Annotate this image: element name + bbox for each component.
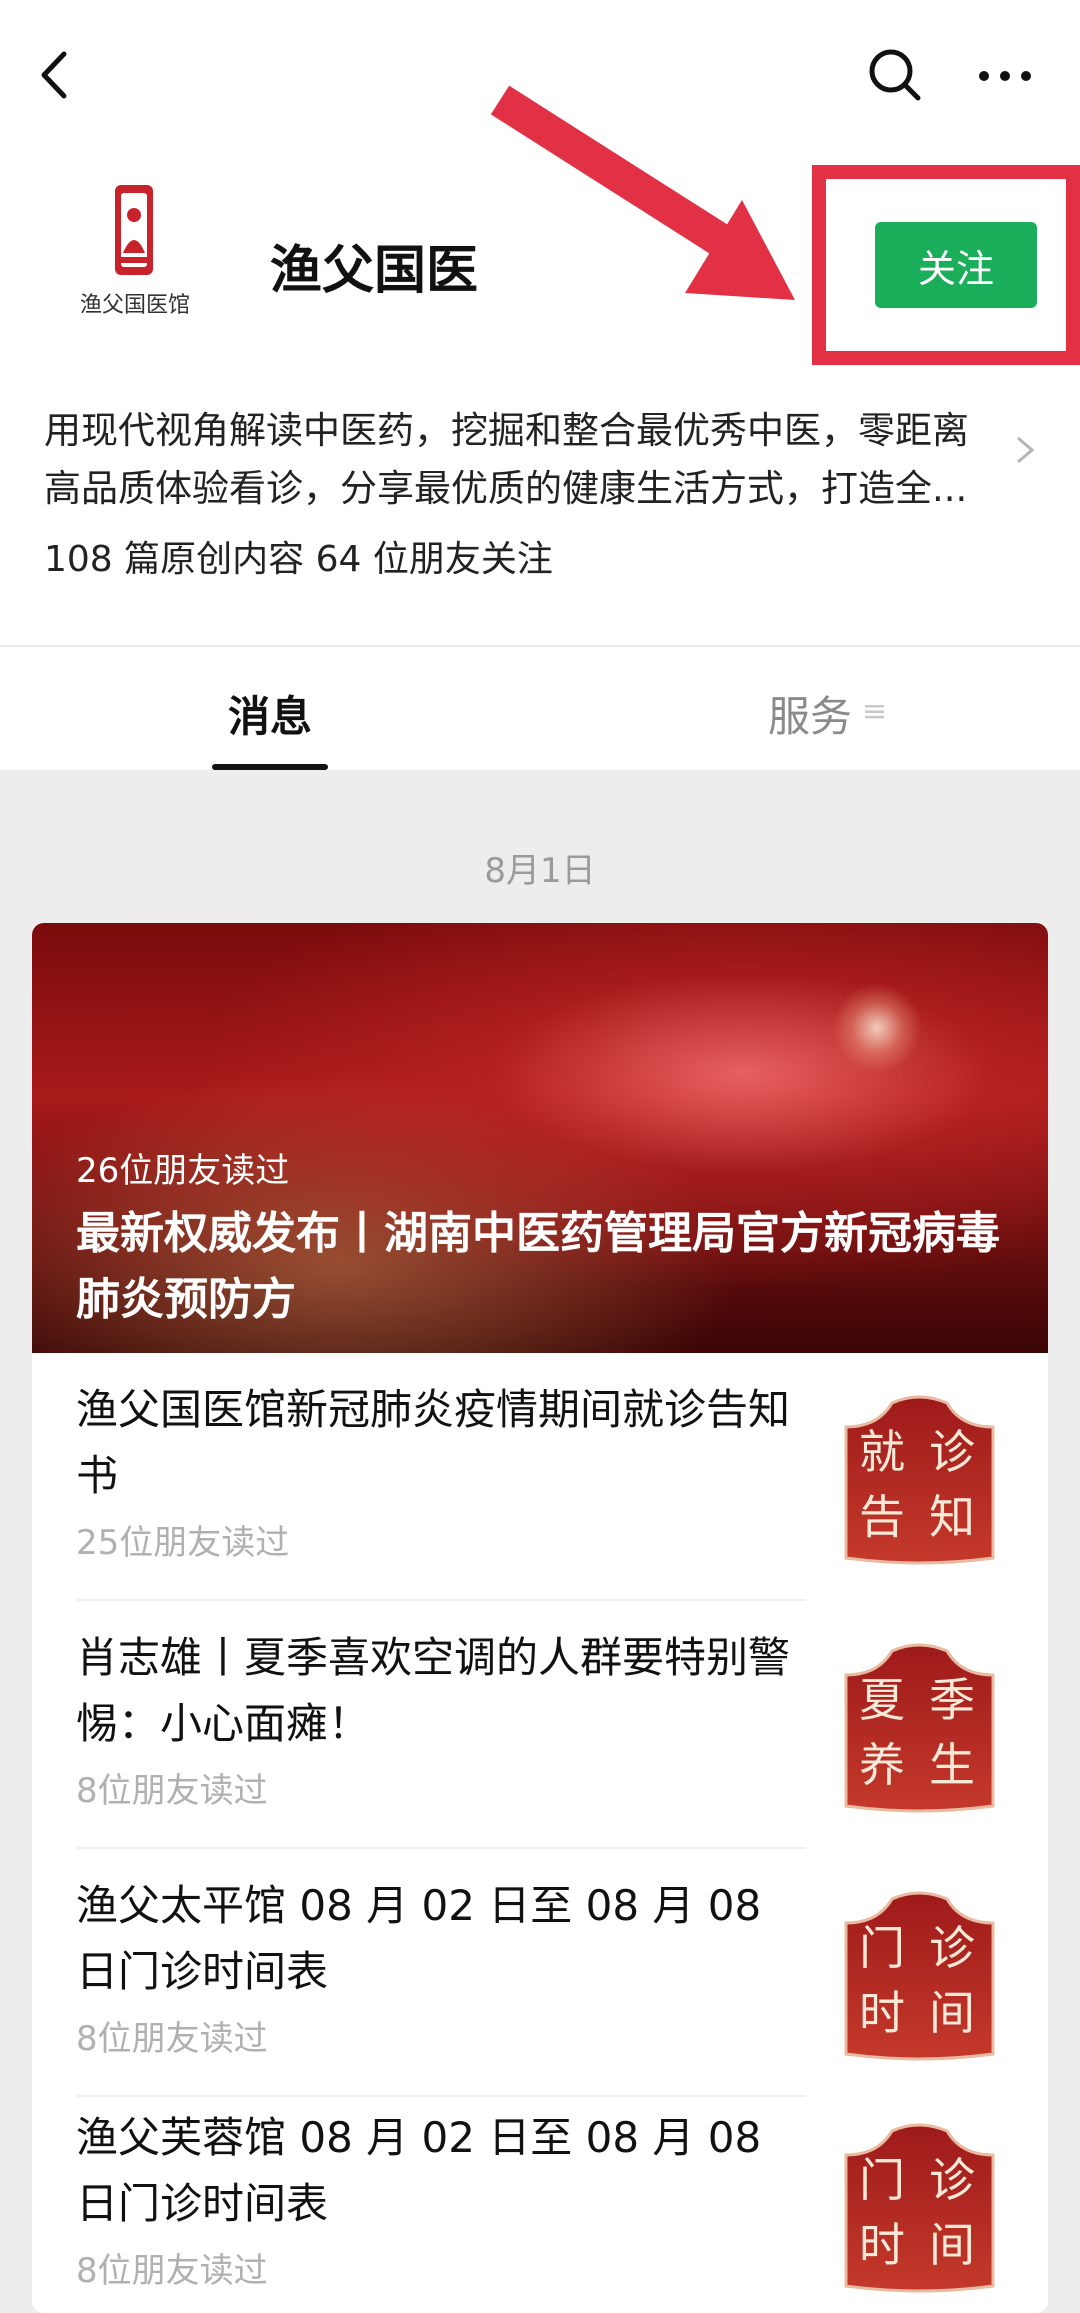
profile-header: 渔父国医馆 渔父国医 关注 用现代视角解读中医药，挖掘和整合最优秀中医，零距离高…: [0, 0, 1080, 770]
banner-article[interactable]: 26位朋友读过 最新权威发布丨湖南中医药管理局官方新冠病毒肺炎预防方: [32, 923, 1048, 1353]
thumb-char: 门: [859, 2153, 905, 2207]
article-card: 26位朋友读过 最新权威发布丨湖南中医药管理局官方新冠病毒肺炎预防方 渔父国医馆…: [32, 923, 1048, 2313]
divider: [0, 645, 1080, 647]
thumb-char: 季: [929, 1673, 975, 1727]
thumb-char: 时: [859, 1986, 905, 2040]
thumb-char: 间: [929, 2218, 975, 2272]
menu-lines-icon: ≡: [862, 694, 888, 729]
account-name: 渔父国医: [270, 241, 479, 301]
article-read-count: 8位朋友读过: [76, 2251, 268, 2291]
chevron-right-icon[interactable]: [1010, 430, 1040, 470]
tab-services[interactable]: 服务: [768, 683, 852, 744]
account-description[interactable]: 用现代视角解读中医药，挖掘和整合最优秀中医，零距离高品质体验看诊，分享最优质的健…: [44, 402, 994, 518]
article-read-count: 25位朋友读过: [76, 1523, 290, 1563]
thumb-char: 夏: [859, 1673, 905, 1727]
logo-caption: 渔父国医馆: [79, 293, 190, 318]
banner-read-count: 26位朋友读过: [76, 1151, 290, 1191]
thumb-char: 知: [929, 1490, 975, 1544]
thumb-char: 诊: [929, 2153, 975, 2207]
thumb-char: 门: [859, 1921, 905, 1975]
annotation-arrow-icon: [490, 85, 795, 300]
thumb-char: 诊: [929, 1921, 975, 1975]
search-icon[interactable]: [860, 40, 930, 110]
feed-date: 8月1日: [484, 851, 596, 891]
list-item[interactable]: 渔父太平馆 08 月 02 日至 08 月 08 日门诊时间表 8位朋友读过 门…: [32, 1849, 1048, 2097]
article-thumbnail: 就 诊 告 知: [844, 1395, 995, 1565]
article-read-count: 8位朋友读过: [76, 2019, 268, 2059]
article-title: 渔父国医馆新冠肺炎疫情期间就诊告知书: [76, 1385, 791, 1500]
thumb-char: 间: [929, 1986, 975, 2040]
list-item[interactable]: 渔父国医馆新冠肺炎疫情期间就诊告知书 25位朋友读过 就 诊 告 知: [32, 1353, 1048, 1601]
article-title: 渔父太平馆 08 月 02 日至 08 月 08 日门诊时间表: [76, 1881, 762, 1996]
banner-glow: [832, 983, 922, 1073]
list-item[interactable]: 肖志雄丨夏季喜欢空调的人群要特别警惕：小心面瘫！ 8位朋友读过 夏 季 养 生: [32, 1601, 1048, 1849]
article-thumbnail: 夏 季 养 生: [844, 1643, 995, 1813]
follow-button[interactable]: 关注: [875, 222, 1037, 308]
thumb-char: 告: [859, 1490, 905, 1544]
thumb-char: 养: [859, 1738, 905, 1792]
article-read-count: 8位朋友读过: [76, 1771, 268, 1811]
article-title: 渔父芙蓉馆 08 月 02 日至 08 月 08 日门诊时间表: [76, 2113, 762, 2228]
article-thumbnail: 门 诊 时 间: [844, 2123, 995, 2293]
thumb-char: 生: [929, 1738, 975, 1792]
banner-title: 最新权威发布丨湖南中医药管理局官方新冠病毒肺炎预防方: [76, 1208, 1000, 1325]
tab-active-indicator: [212, 764, 328, 770]
account-stats: 108 篇原创内容 64 位朋友关注: [44, 539, 553, 580]
thumb-char: 就: [859, 1425, 905, 1479]
account-logo: 渔父国医馆: [55, 175, 215, 335]
article-title: 肖志雄丨夏季喜欢空调的人群要特别警惕：小心面瘫！: [76, 1633, 791, 1748]
more-icon[interactable]: [970, 40, 1040, 110]
thumb-char: 时: [859, 2218, 905, 2272]
back-arrow-icon[interactable]: [20, 40, 90, 110]
list-item[interactable]: 渔父芙蓉馆 08 月 02 日至 08 月 08 日门诊时间表 8位朋友读过 门…: [32, 2081, 1048, 2313]
thumb-char: 诊: [929, 1425, 975, 1479]
tab-messages[interactable]: 消息: [228, 683, 312, 744]
article-thumbnail: 门 诊 时 间: [844, 1891, 995, 2061]
